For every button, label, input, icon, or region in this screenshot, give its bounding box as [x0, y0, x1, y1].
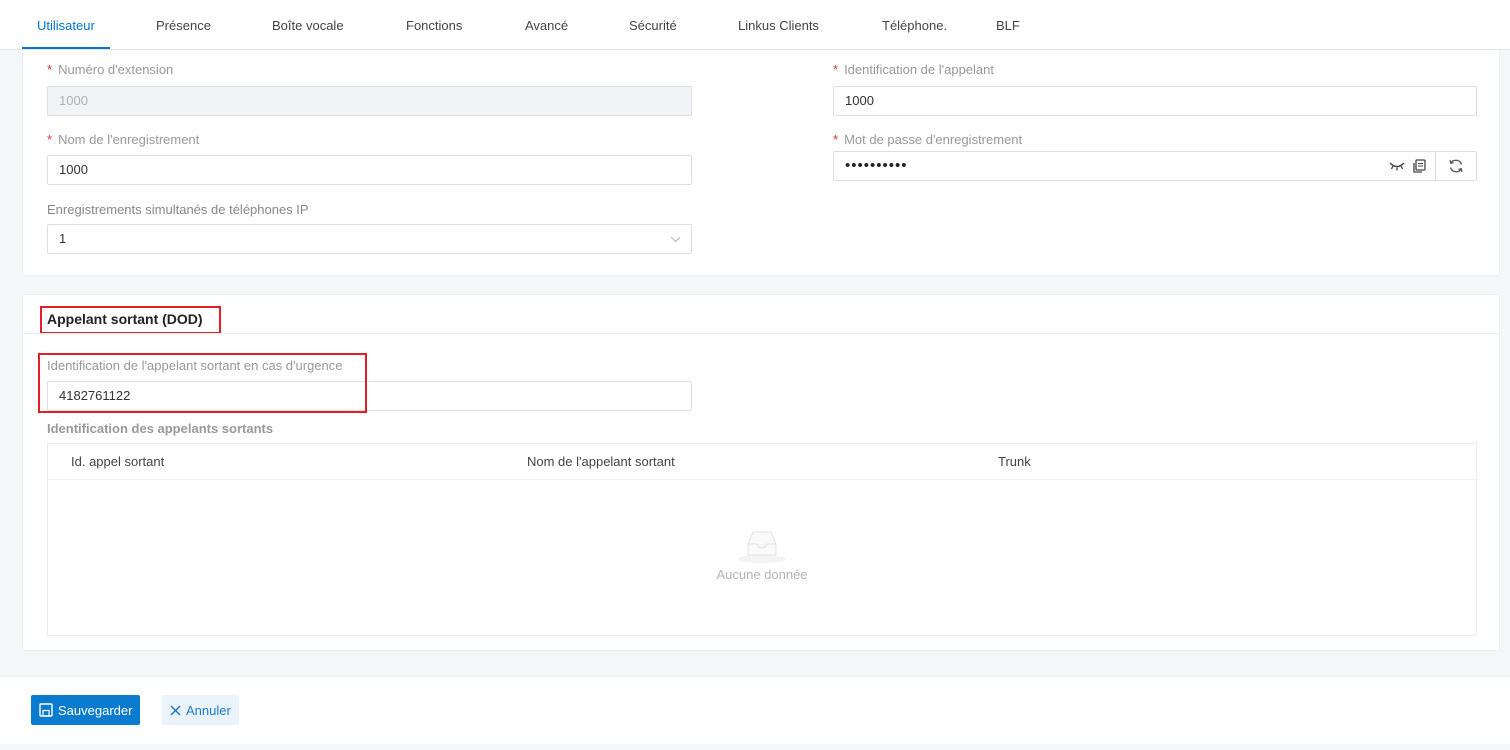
table-empty-state: Aucune donnée [48, 524, 1476, 582]
registration-name-label-text: Nom de l'enregistrement [58, 132, 200, 147]
cancel-button[interactable]: Annuler [162, 695, 239, 725]
outbound-caller-ids-label: Identification des appelants sortants [47, 421, 274, 436]
tab-blf[interactable]: BLF [996, 0, 1020, 50]
column-header-outbound-name[interactable]: Nom de l'appelant sortant [527, 444, 675, 480]
tab-fonctions[interactable]: Fonctions [406, 0, 462, 50]
empty-state-text: Aucune donnée [716, 567, 808, 582]
extension-number-label: * Numéro d'extension [47, 62, 173, 77]
required-mark: * [833, 62, 839, 77]
table-header: Id. appel sortant Nom de l'appelant sort… [48, 444, 1476, 480]
caller-id-input[interactable]: 1000 [833, 86, 1477, 116]
column-header-trunk[interactable]: Trunk [998, 444, 1031, 480]
eye-closed-icon[interactable] [1386, 152, 1408, 180]
concurrent-registrations-value: 1 [59, 231, 67, 246]
empty-inbox-icon [48, 524, 1476, 567]
close-icon [170, 704, 181, 716]
tab-securite[interactable]: Sécurité [629, 0, 677, 50]
tab-telephone[interactable]: Téléphone. [882, 0, 947, 50]
outbound-caller-card: Appelant sortant (DOD) Identification de… [22, 294, 1500, 651]
section-divider [23, 333, 1499, 334]
password-value: •••••••••• [845, 157, 908, 174]
caller-id-label: * Identification de l'appelant [833, 62, 994, 77]
footer-actions: Sauvegarder Annuler [0, 676, 1510, 744]
refresh-password-button[interactable] [1435, 152, 1476, 180]
save-button-label: Sauvegarder [58, 702, 133, 718]
registration-name-label: * Nom de l'enregistrement [47, 132, 199, 147]
extension-number-input: 1000 [47, 86, 692, 116]
password-icons [1386, 152, 1430, 180]
registration-password-input[interactable]: •••••••••• [833, 151, 1477, 181]
concurrent-registrations-select[interactable]: 1 [47, 224, 692, 254]
tab-avance[interactable]: Avancé [525, 0, 568, 50]
required-mark: * [47, 62, 53, 77]
tab-bar: Utilisateur Présence Boîte vocale Foncti… [0, 0, 1510, 50]
highlight-box-emergency [38, 353, 367, 413]
concurrent-registrations-label: Enregistrements simultanés de téléphones… [47, 202, 309, 217]
save-button[interactable]: Sauvegarder [31, 695, 141, 725]
extension-edit-page: Utilisateur Présence Boîte vocale Foncti… [0, 0, 1510, 750]
highlight-box-title [40, 306, 221, 334]
copy-icon[interactable] [1408, 152, 1430, 180]
registration-name-input[interactable]: 1000 [47, 155, 692, 185]
caller-id-label-text: Identification de l'appelant [844, 62, 994, 77]
refresh-icon [1449, 159, 1463, 173]
registration-password-label-text: Mot de passe d'enregistrement [844, 132, 1023, 147]
outbound-caller-table: Id. appel sortant Nom de l'appelant sort… [47, 443, 1477, 636]
cancel-button-label: Annuler [186, 702, 231, 718]
tab-boite-vocale[interactable]: Boîte vocale [272, 0, 344, 50]
tab-presence[interactable]: Présence [156, 0, 211, 50]
active-tab-indicator [22, 47, 110, 49]
tab-utilisateur[interactable]: Utilisateur [37, 0, 95, 50]
save-icon [39, 703, 53, 717]
extension-number-label-text: Numéro d'extension [58, 62, 174, 77]
column-header-outbound-id[interactable]: Id. appel sortant [71, 444, 164, 480]
required-mark: * [833, 132, 839, 147]
user-settings-card: * Numéro d'extension 1000 * Identification… [22, 50, 1500, 276]
required-mark: * [47, 132, 53, 147]
chevron-down-icon [670, 225, 681, 253]
tab-linkus-clients[interactable]: Linkus Clients [738, 0, 819, 50]
registration-password-label: * Mot de passe d'enregistrement [833, 132, 1022, 147]
